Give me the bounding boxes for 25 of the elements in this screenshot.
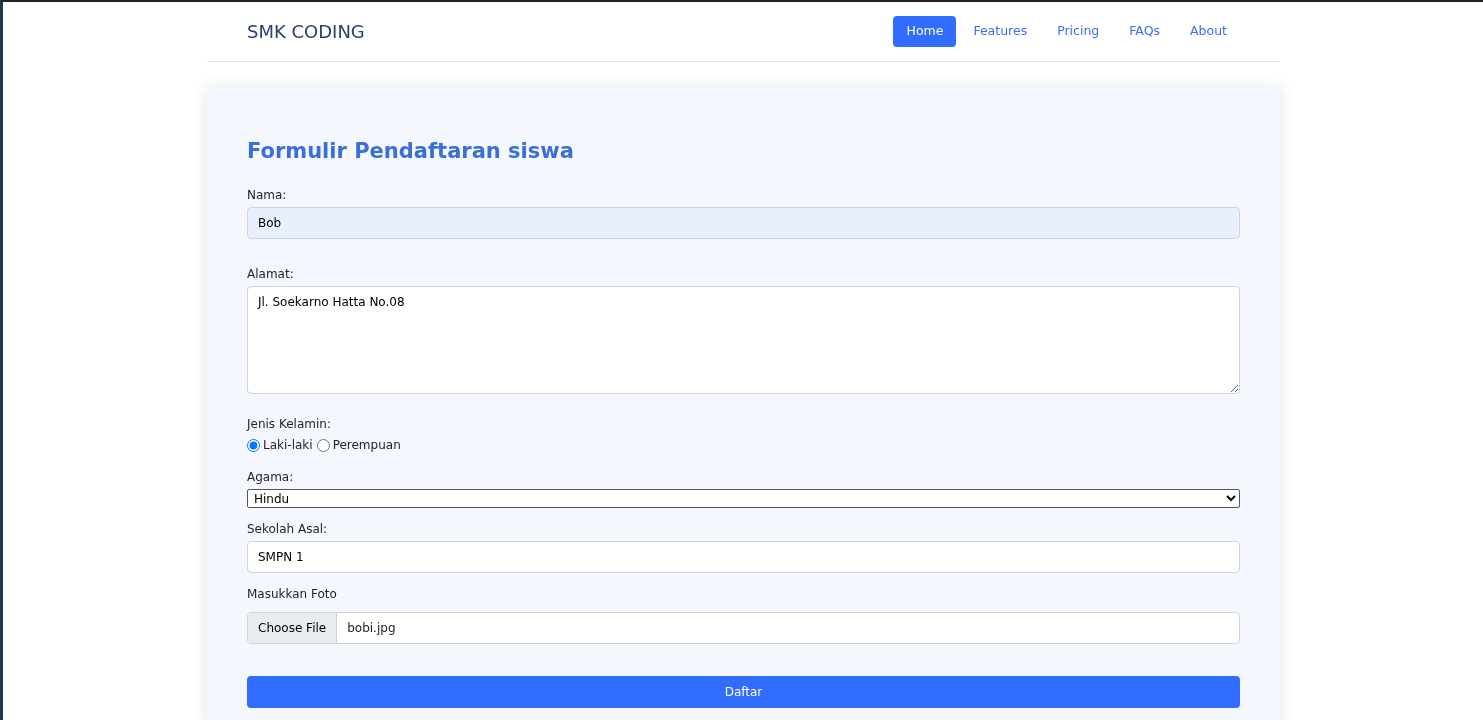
field-label: Sekolah Asal: [247,521,329,539]
field-label: Jenis Kelamin: [247,416,332,434]
radio-label: Perempuan [332,437,401,455]
brand-title: SMK CODING [247,20,365,44]
nav-link[interactable]: Features [960,16,1041,47]
nav-link[interactable]: Pricing [1044,16,1113,47]
nav-link[interactable]: About [1177,16,1240,47]
radio-button[interactable] [247,438,260,452]
field-label: Masukkan Foto [247,586,338,604]
nav-link[interactable]: Home [893,16,957,47]
choose-file-button[interactable]: Choose File [248,613,338,644]
submit-button[interactable]: Daftar [247,676,1240,709]
nav-link[interactable]: FAQs [1116,16,1174,47]
field-label: Nama: [247,187,288,205]
form-title: Formulir Pendaftaran siswa [247,139,575,165]
address-field[interactable]: Jl. Soekarno Hatta No.08 [247,286,1240,395]
file-name: bobi.jpg [346,620,397,638]
school-field[interactable]: SMPN 1 [247,541,1240,574]
field-label: Alamat: [247,266,295,284]
field-label: Agama: [247,469,295,487]
radio-label: Laki-laki [263,437,313,455]
file-field[interactable]: Choose File bobi.jpg [247,612,1240,645]
name-field[interactable]: Bob [247,207,1240,240]
religion-select[interactable]: Hindu [247,489,1240,509]
radio-button[interactable] [316,438,330,452]
